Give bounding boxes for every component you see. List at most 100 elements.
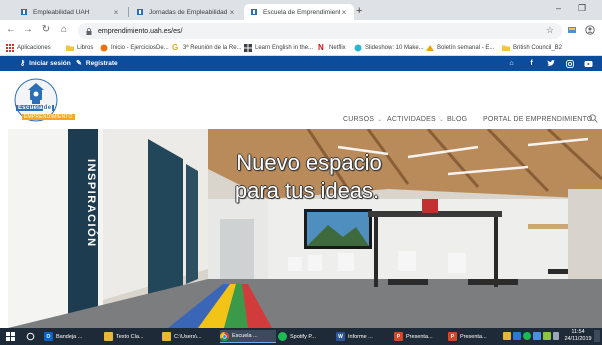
nav-label: ACTIVIDADES <box>387 116 436 123</box>
netflix-icon: N <box>318 43 324 52</box>
bookmark-ejercicios[interactable]: Inicio - EjerciciosDe... <box>100 44 169 52</box>
nav-blog[interactable]: BLOG <box>447 116 467 123</box>
bookmark-label: Boletín semanal - E... <box>437 45 495 51</box>
pinned-app-icon[interactable] <box>513 332 521 340</box>
forward-arrow-icon[interactable]: → <box>22 24 34 35</box>
site-icon <box>354 44 362 52</box>
reload-icon[interactable]: ↻ <box>40 24 52 35</box>
taskbar-item-powerpoint-2[interactable]: P Presenta... <box>448 330 500 343</box>
new-tab-button[interactable]: + <box>356 5 362 17</box>
nav-label: PORTAL DE EMPRENDIMIENTO <box>483 116 593 123</box>
instagram-icon[interactable] <box>564 58 575 69</box>
taskbar-item-spotify[interactable]: Spotify P... <box>278 330 334 343</box>
close-icon[interactable]: × <box>112 8 120 17</box>
bookmark-star-icon[interactable]: ☆ <box>546 25 554 36</box>
profile-icon[interactable] <box>584 24 596 36</box>
clock-time: 11:54 <box>571 329 585 335</box>
bookmark-aplicaciones[interactable]: Aplicaciones <box>6 44 51 52</box>
bookmark-slideshow[interactable]: Slideshow: 10 Make... <box>354 44 424 52</box>
taskbar-item-label: Informe ... <box>348 333 373 340</box>
home-icon[interactable]: ⌂ <box>58 24 70 35</box>
minimize-icon[interactable]: – <box>556 3 561 13</box>
back-arrow-icon[interactable]: ← <box>5 24 17 35</box>
register-link[interactable]: ✎ Regístrate <box>76 59 118 68</box>
taskbar-item-word[interactable]: W Informe ... <box>336 330 392 343</box>
windows-start-button[interactable] <box>6 330 18 343</box>
search-button[interactable] <box>26 330 38 343</box>
bookmark-label: Learn English in the... <box>255 45 314 51</box>
site-logo[interactable]: Escuelade EMPRENDIMIENTO <box>14 76 82 122</box>
taskbar-item-texto[interactable]: Texto Cla... <box>104 330 160 343</box>
network-icon[interactable] <box>553 332 559 340</box>
tab-label: Jornadas de Empleabilidad <box>149 8 228 16</box>
browser-tab-strip: Empleabilidad UAH × Jornadas de Empleabi… <box>0 0 602 20</box>
logo-line-2: EMPRENDIMIENTO <box>22 114 75 120</box>
login-label: Iniciar sesión <box>29 59 71 67</box>
taskbar-item-label: Escuela ... <box>232 333 258 339</box>
nav-portal[interactable]: PORTAL DE EMPRENDIMIENTO <box>483 116 593 123</box>
bookmark-boletin[interactable]: Boletín semanal - E... <box>426 44 494 52</box>
bookmark-learn-english[interactable]: Learn English in the... <box>244 44 313 52</box>
hero-title-line-1: Nuevo espacio <box>236 150 382 175</box>
youtube-icon[interactable] <box>583 58 594 69</box>
bookmark-label: 3ª Reunión de la Re... <box>183 45 242 51</box>
taskbar-item-label: Texto Cla... <box>116 333 144 340</box>
tab-label: Escuela de Emprendimiento <box>263 8 340 16</box>
folder-icon <box>104 332 113 341</box>
outlook-icon: O <box>44 332 53 341</box>
taskbar-item-label: C:\Users\... <box>174 333 202 340</box>
powerpoint-icon: P <box>448 332 457 341</box>
close-icon[interactable]: × <box>228 8 236 17</box>
facebook-icon[interactable]: f <box>526 58 537 69</box>
key-icon: ⚷ <box>20 60 26 67</box>
pinned-app-icon[interactable] <box>543 332 551 340</box>
nav-actividades[interactable]: ACTIVIDADES ⌄ <box>387 116 444 123</box>
tab-escuela[interactable]: Escuela de Emprendimiento × <box>244 4 354 20</box>
chevron-down-icon: ⌄ <box>438 117 445 123</box>
restore-icon[interactable]: ❐ <box>578 3 586 14</box>
logo-line-1: Escuelade <box>16 105 55 111</box>
bookmark-reunion[interactable]: G 3ª Reunión de la Re... <box>172 44 242 52</box>
uah-favicon-icon <box>20 8 28 16</box>
chrome-icon <box>220 331 229 341</box>
bookmark-label: Netflix <box>329 45 346 51</box>
edit-icon: ✎ <box>76 60 82 67</box>
url-text: emprendimiento.uah.es/es/ <box>98 27 183 35</box>
pinned-app-icon[interactable] <box>503 332 511 340</box>
word-icon: W <box>336 332 345 341</box>
lock-icon <box>86 27 92 35</box>
taskbar-item-outlook[interactable]: O Bandeja ... <box>44 330 102 343</box>
site-top-bar: ⚷ Iniciar sesión ✎ Regístrate ⌂ f <box>0 56 602 71</box>
pinned-app-icon[interactable] <box>533 332 541 340</box>
taskbar-clock[interactable]: 11:54 24/11/2019 <box>562 329 594 343</box>
bookmark-british-council[interactable]: British Council_B2 <box>502 44 562 52</box>
taskbar-item-label: Bandeja ... <box>56 333 83 340</box>
uah-favicon-icon <box>250 8 258 16</box>
taskbar-item-chrome[interactable]: Escuela ... <box>220 330 276 343</box>
pinned-app-icon[interactable] <box>523 332 531 340</box>
clock-date: 24/11/2019 <box>564 336 592 342</box>
bookmark-libros[interactable]: Libros <box>66 44 93 52</box>
taskbar-item-explorer[interactable]: C:\Users\... <box>162 330 218 343</box>
nav-cursos[interactable]: CURSOS ⌄ <box>343 116 382 123</box>
nav-label: BLOG <box>447 116 468 123</box>
login-link[interactable]: ⚷ Iniciar sesión <box>20 59 71 68</box>
bookmark-netflix[interactable]: N Netflix <box>318 44 346 52</box>
site-icon <box>244 44 252 52</box>
search-icon[interactable] <box>589 114 598 123</box>
site-icon <box>100 44 108 52</box>
chevron-down-icon: ⌄ <box>377 117 383 123</box>
twitter-icon[interactable] <box>545 58 556 69</box>
home-icon[interactable]: ⌂ <box>506 58 517 69</box>
tab-jornadas[interactable]: Jornadas de Empleabilidad × <box>130 4 242 20</box>
close-icon[interactable]: × <box>340 8 348 17</box>
site-header: Escuelade EMPRENDIMIENTO CURSOS ⌄ ACTIVID… <box>0 71 602 129</box>
notification-icon[interactable] <box>594 330 600 342</box>
bookmark-label: Libros <box>77 45 94 51</box>
powerpoint-icon: P <box>394 332 403 341</box>
address-bar[interactable]: emprendimiento.uah.es/es/ ☆ <box>78 23 562 39</box>
taskbar-item-label: Spotify P... <box>290 333 316 340</box>
taskbar-item-powerpoint-1[interactable]: P Presenta... <box>394 330 446 343</box>
extension-icon[interactable] <box>566 24 578 36</box>
tab-empleabilidad[interactable]: Empleabilidad UAH × <box>14 4 126 20</box>
